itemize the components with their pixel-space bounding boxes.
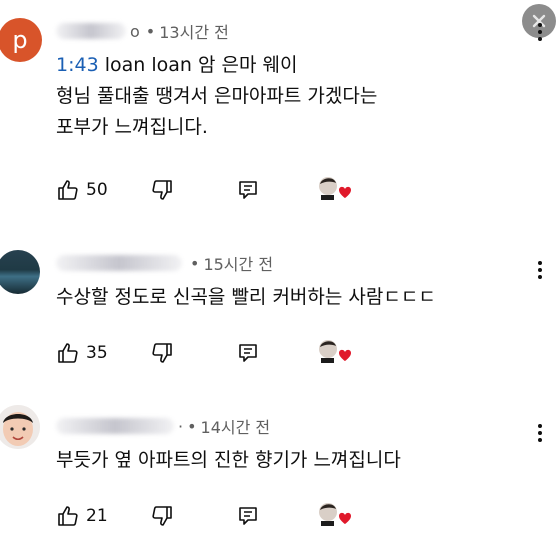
more-options-button[interactable] [530,419,550,447]
reply-button[interactable] [236,339,260,367]
like-count: 50 [86,180,108,200]
more-vert-icon [538,23,542,41]
creator-heart [316,500,354,530]
like-button[interactable]: 35 [56,339,108,367]
comment-time[interactable]: 13시간 전 [159,19,229,43]
like-button[interactable]: 50 [56,176,108,204]
more-options-button[interactable] [530,18,550,46]
avatar-image [0,405,40,449]
like-count: 35 [86,343,108,363]
creator-heart-icon [319,340,351,363]
creator-heart [316,337,354,367]
avatar[interactable] [0,250,40,294]
dislike-icon [152,343,172,363]
creator-heart [316,174,354,204]
comment-header: • 15시간 전 [56,250,273,276]
reply-icon [239,181,257,199]
reply-button[interactable] [236,502,260,530]
more-options-button[interactable] [530,256,550,284]
timestamp-link[interactable]: 1:43 [56,54,99,76]
like-button[interactable]: 21 [56,502,108,530]
comment-actions: 50 [56,176,356,204]
comment-actions: 21 [56,502,356,530]
dislike-icon [152,506,172,526]
comment-header: · • 14시간 전 [56,413,270,439]
avatar[interactable] [0,405,40,449]
reply-icon [239,507,257,525]
author-name[interactable] [56,418,174,434]
comment-text: 1:43 loan loan 암 은마 웨이 형님 풀대출 땡겨서 은마아파트 … [56,54,378,138]
like-icon [58,506,78,526]
creator-heart-icon [319,503,351,526]
like-count: 21 [86,506,108,526]
comment-time[interactable]: 15시간 전 [203,251,273,275]
comment-time[interactable]: 14시간 전 [201,414,271,438]
dislike-button[interactable] [150,176,174,204]
like-icon [58,180,78,200]
dislike-icon [152,180,172,200]
comment-text: 부듯가 옆 아파트의 진한 향기가 느껴집니다 [56,449,401,471]
avatar[interactable]: p [0,18,42,62]
more-vert-icon [538,261,542,279]
creator-heart-icon [319,177,351,200]
more-vert-icon [538,424,542,442]
comment-actions: 35 [56,339,356,367]
dislike-button[interactable] [150,502,174,530]
dislike-button[interactable] [150,339,174,367]
like-icon [58,343,78,363]
author-name[interactable] [56,23,126,39]
reply-button[interactable] [236,176,260,204]
comment-header: o • 13시간 전 [56,18,229,44]
reply-icon [239,344,257,362]
author-name[interactable] [56,255,182,271]
comment-text: 수상할 정도로 신곡을 빨리 커버하는 사람ㄷㄷㄷ [56,286,436,308]
